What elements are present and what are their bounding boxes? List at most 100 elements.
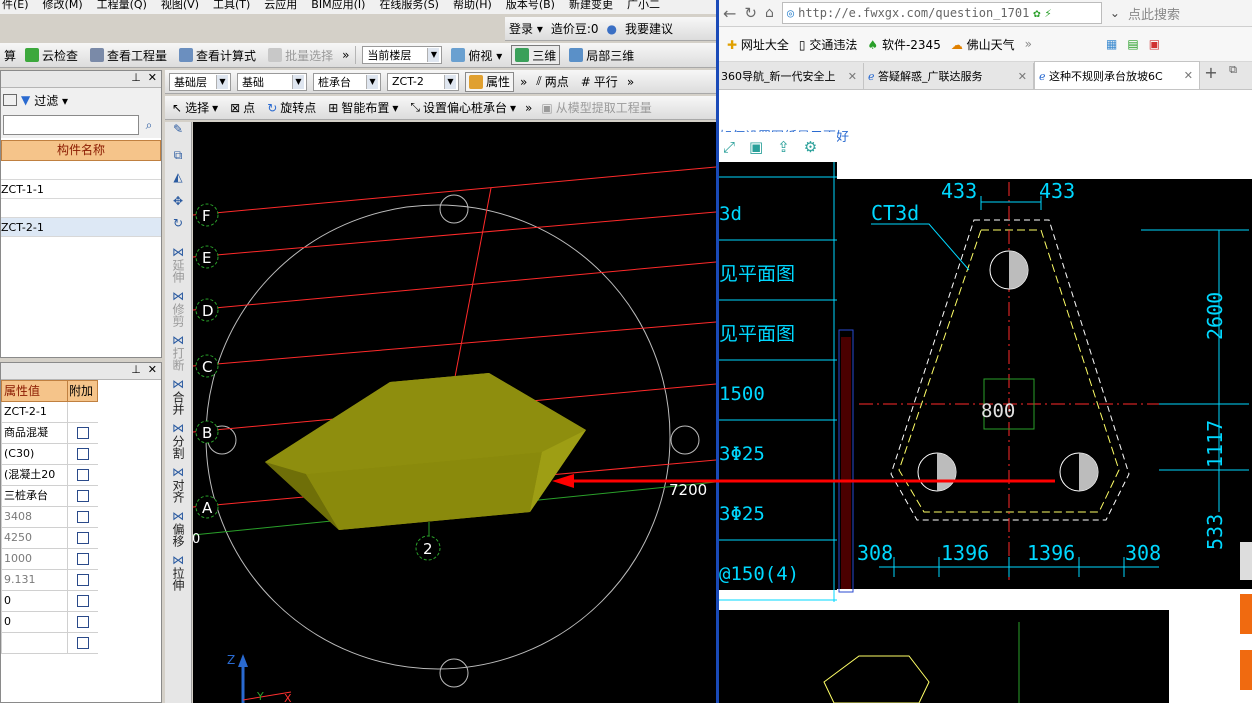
- extract-button[interactable]: ▣ 从模型提取工程量: [538, 98, 654, 118]
- vtool-0[interactable]: ⋈ 延伸: [165, 242, 191, 286]
- vtool-7[interactable]: ⋈ 拉伸: [165, 550, 191, 594]
- menu-bim[interactable]: BIM应用(I): [311, 0, 365, 14]
- mirror-icon[interactable]: ◭: [165, 170, 191, 194]
- menu-version[interactable]: 版本号(B): [506, 0, 555, 14]
- tab-close-icon[interactable]: ✕: [1018, 70, 1027, 83]
- refresh-icon[interactable]: ↻: [744, 4, 757, 22]
- pin-icon[interactable]: ⊥: [131, 363, 141, 376]
- tab-item[interactable]: ℯ 答疑解惑_广联达服务 ✕: [864, 63, 1034, 89]
- top-view-button[interactable]: 俯视 ▾: [448, 45, 505, 65]
- extra-checkbox[interactable]: [76, 448, 89, 460]
- copy-icon[interactable]: ⧉: [165, 148, 191, 170]
- rotate-point-button[interactable]: ↻ 旋转点: [264, 98, 319, 118]
- extra-checkbox[interactable]: [76, 469, 89, 481]
- prop-value[interactable]: 9.131: [2, 570, 67, 590]
- current-floor-select[interactable]: 当前楼层 ▼: [362, 46, 443, 64]
- prop-row[interactable]: 3408: [1, 507, 98, 528]
- extra-checkbox[interactable]: [76, 616, 89, 628]
- prop-value[interactable]: ZCT-2-1: [2, 402, 67, 422]
- view-quantity-button[interactable]: 查看工程量: [87, 45, 170, 65]
- list-icon[interactable]: [3, 94, 17, 106]
- eccentric-button[interactable]: ⤡ 设置偏心桩承台 ▾: [407, 98, 519, 118]
- pdf-icon[interactable]: ▣: [1149, 37, 1160, 51]
- tab-close-icon[interactable]: ✕: [848, 70, 857, 83]
- move-icon[interactable]: ✥: [165, 194, 191, 216]
- vtool-5[interactable]: ⋈ 对齐: [165, 462, 191, 506]
- prop-value[interactable]: 1000: [2, 549, 67, 569]
- extra-checkbox[interactable]: [76, 553, 89, 565]
- menu-online[interactable]: 在线服务(S): [379, 0, 439, 14]
- vtool-1[interactable]: ⋈ 修剪: [165, 286, 191, 330]
- share-icon[interactable]: ⇪: [777, 138, 790, 156]
- prop-row[interactable]: 商品混凝: [1, 423, 98, 444]
- vtool-4[interactable]: ⋈ 分割: [165, 418, 191, 462]
- pin-icon[interactable]: ⊥: [131, 71, 141, 84]
- type-select[interactable]: 桩承台 ▼: [313, 72, 381, 91]
- prop-row[interactable]: 0: [1, 591, 98, 612]
- menu-assistant[interactable]: 广小二: [627, 0, 660, 14]
- extra-checkbox[interactable]: [76, 490, 89, 502]
- new-tab-icon[interactable]: +: [1200, 63, 1222, 89]
- prop-value[interactable]: 三桩承台: [2, 486, 67, 506]
- prop-value[interactable]: 0: [2, 591, 67, 611]
- menu-cloud[interactable]: 云应用: [264, 0, 297, 14]
- parallel-button[interactable]: # 平行: [578, 72, 621, 92]
- prop-value[interactable]: [2, 633, 67, 653]
- extra-checkbox[interactable]: [76, 532, 89, 544]
- prop-row[interactable]: (C30): [1, 444, 98, 465]
- url-input[interactable]: ◎ http://e.fwxgx.com/question_1701 ✿ ⚡: [781, 2, 1102, 24]
- dropdown-chevron-icon[interactable]: ⌄: [1110, 6, 1120, 20]
- smart-layout-button[interactable]: ⊞ 智能布置 ▾: [325, 98, 401, 118]
- props-button[interactable]: 属性: [465, 71, 515, 92]
- login-button[interactable]: 登录 ▾: [509, 20, 543, 37]
- calc-button[interactable]: 算: [4, 47, 16, 64]
- list-item-selected[interactable]: ZCT-2-1: [1, 218, 161, 237]
- category-select[interactable]: 基础 ▼: [237, 72, 307, 91]
- menu-quantity[interactable]: 工程量(Q): [97, 0, 147, 14]
- prop-row[interactable]: ZCT-2-1: [1, 402, 98, 423]
- prop-row[interactable]: 1000: [1, 549, 98, 570]
- home-icon[interactable]: ⌂: [765, 5, 774, 21]
- menu-view[interactable]: 视图(V): [161, 0, 199, 14]
- vtool-6[interactable]: ⋈ 偏移: [165, 506, 191, 550]
- bookmark-item[interactable]: ☁ 佛山天气: [951, 36, 1015, 53]
- more-chevron-icon[interactable]: »: [525, 101, 532, 115]
- view-formula-button[interactable]: 查看计算式: [176, 45, 259, 65]
- prop-row[interactable]: 三桩承台: [1, 486, 98, 507]
- extra-checkbox[interactable]: [76, 595, 89, 607]
- tab-item-active[interactable]: ℯ 这种不规则承台放坡6C ✕: [1034, 61, 1200, 89]
- more-chevron-icon[interactable]: »: [342, 48, 349, 62]
- bookmark-item[interactable]: ▯ 交通违法: [799, 36, 857, 53]
- tab-close-icon[interactable]: ✕: [1184, 69, 1193, 82]
- extra-checkbox[interactable]: [76, 574, 89, 586]
- bookmark-item[interactable]: ♠ 软件-2345: [867, 36, 940, 53]
- prop-row[interactable]: 4250: [1, 528, 98, 549]
- search-icon[interactable]: ⌕: [139, 118, 159, 133]
- prop-row[interactable]: 9.131: [1, 570, 98, 591]
- close-icon[interactable]: ✕: [148, 71, 157, 84]
- prop-row[interactable]: [1, 633, 98, 654]
- rotate-icon[interactable]: ↻: [165, 216, 191, 242]
- extra-checkbox[interactable]: [76, 511, 89, 523]
- list-item[interactable]: [1, 199, 161, 218]
- search-input[interactable]: [3, 115, 139, 135]
- apps-icon[interactable]: ▦: [1106, 37, 1117, 51]
- menu-new-change[interactable]: 新建变更: [569, 0, 613, 14]
- extra-checkbox[interactable]: [76, 637, 89, 649]
- vtool-3[interactable]: ⋈ 合并: [165, 374, 191, 418]
- prop-value[interactable]: 4250: [2, 528, 67, 548]
- batch-select-button[interactable]: 批量选择: [265, 45, 336, 65]
- tab-list-icon[interactable]: ⧉: [1222, 63, 1244, 89]
- prop-value[interactable]: 3408: [2, 507, 67, 527]
- filter-button[interactable]: 过滤 ▾: [34, 92, 68, 109]
- local-3d-button[interactable]: 局部三维: [566, 45, 637, 65]
- save-icon[interactable]: ▣: [749, 138, 763, 156]
- list-item[interactable]: ZCT-1-1: [1, 180, 161, 199]
- prop-value[interactable]: (混凝土20: [2, 465, 67, 485]
- prop-row[interactable]: 0: [1, 612, 98, 633]
- prop-value[interactable]: 0: [2, 612, 67, 632]
- menu-tools[interactable]: 工具(T): [213, 0, 250, 14]
- prop-value[interactable]: (C30): [2, 444, 67, 464]
- item-select[interactable]: ZCT-2 ▼: [387, 72, 459, 91]
- expand-icon[interactable]: ⤢: [723, 138, 735, 156]
